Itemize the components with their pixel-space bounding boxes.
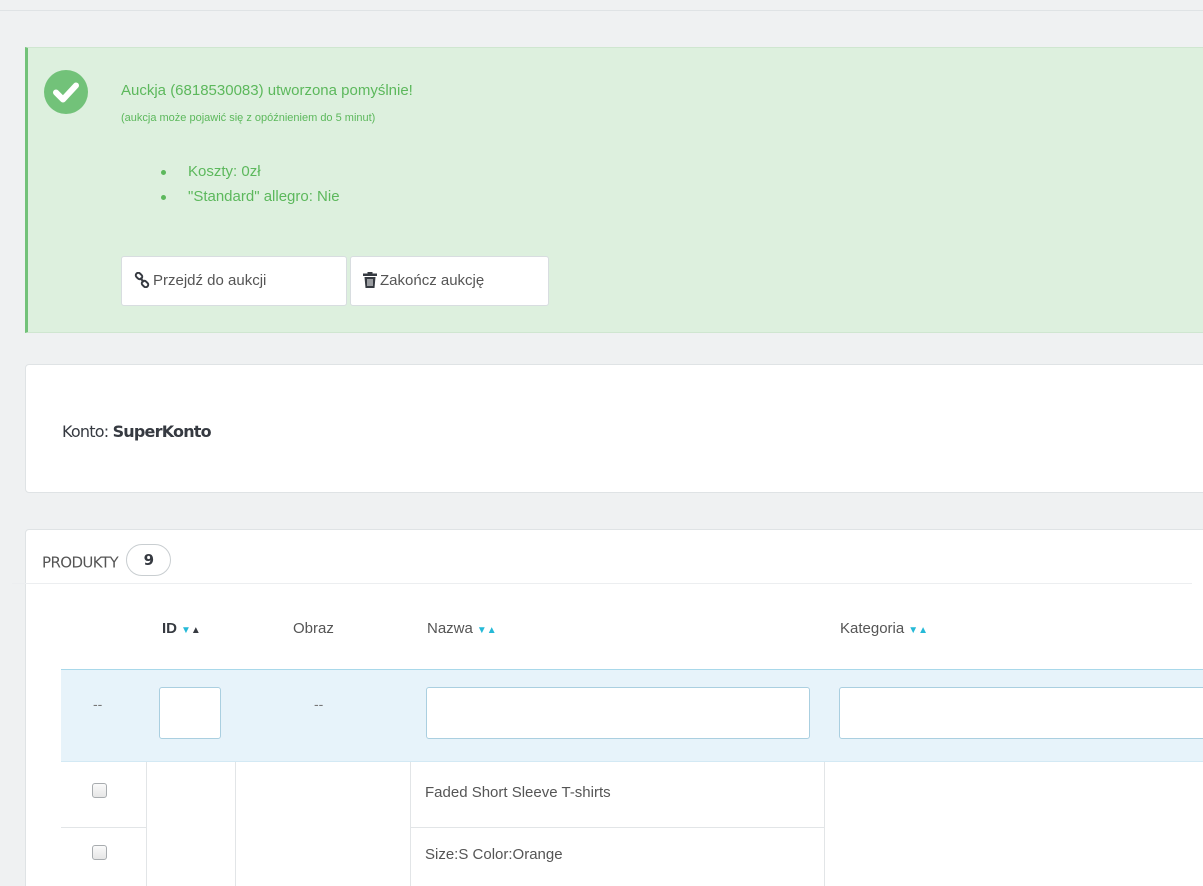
alert-detail-standard: "Standard" allegro: Nie	[161, 187, 340, 212]
column-header-image: Obraz	[293, 620, 334, 637]
products-title: PRODUKTY	[42, 553, 119, 572]
table-row[interactable]: Size:S Color:Orange	[61, 824, 1203, 886]
row-checkbox[interactable]	[92, 845, 107, 860]
product-name-cell: Faded Short Sleeve T-shirts	[425, 784, 611, 801]
top-divider	[0, 10, 1203, 11]
account-panel: Konto: SuperKonto	[25, 364, 1203, 493]
column-header-category: Kategoria ▼▲	[840, 620, 929, 637]
products-count-badge: 9	[126, 544, 172, 576]
table-body: Faded Short Sleeve T-shirts Size:S Color…	[61, 762, 1203, 886]
products-header-divider	[12, 583, 1192, 584]
account-label: Konto:	[62, 422, 109, 441]
filter-row: -- --	[61, 669, 1203, 762]
alert-title: Auckja (6818530083) utworzona pomyślnie!	[121, 82, 413, 99]
filter-checkbox-placeholder: --	[93, 696, 103, 712]
end-auction-button[interactable]: Zakończ aukcję	[350, 256, 549, 306]
success-alert: Auckja (6818530083) utworzona pomyślnie!…	[25, 47, 1203, 333]
link-icon	[134, 271, 150, 289]
sort-desc-icon[interactable]: ▼	[908, 625, 918, 636]
check-circle-icon	[44, 70, 88, 114]
account-name: SuperKonto	[112, 422, 212, 441]
filter-image-placeholder: --	[314, 696, 324, 712]
column-header-id: ID ▼▲	[162, 620, 201, 637]
column-header-name: Nazwa ▼▲	[427, 620, 497, 637]
sort-asc-icon[interactable]: ▲	[487, 625, 497, 636]
sort-asc-icon[interactable]: ▲	[918, 625, 928, 636]
alert-detail-costs: Koszty: 0zł	[161, 162, 340, 187]
sort-desc-icon[interactable]: ▼	[477, 625, 487, 636]
sort-desc-icon[interactable]: ▼	[181, 625, 191, 636]
account-line: Konto: SuperKonto	[62, 422, 212, 441]
table-row[interactable]: Faded Short Sleeve T-shirts	[61, 762, 1203, 824]
filter-name-input[interactable]	[426, 687, 810, 739]
alert-subtitle: (aukcja może pojawić się z opóźnieniem d…	[121, 112, 376, 124]
filter-id-input[interactable]	[159, 687, 221, 739]
table-header: ID ▼▲ Obraz Nazwa ▼▲ Kategoria ▼▲	[0, 620, 1203, 656]
row-checkbox[interactable]	[92, 783, 107, 798]
sort-asc-icon[interactable]: ▲	[191, 625, 201, 636]
goto-auction-button[interactable]: Przejdź do aukcji	[121, 256, 347, 306]
trash-icon	[363, 272, 377, 288]
product-name-cell: Size:S Color:Orange	[425, 846, 563, 863]
filter-category-input[interactable]	[839, 687, 1203, 739]
products-header: PRODUKTY 9	[42, 544, 172, 576]
alert-details-list: Koszty: 0zł "Standard" allegro: Nie	[161, 162, 340, 212]
